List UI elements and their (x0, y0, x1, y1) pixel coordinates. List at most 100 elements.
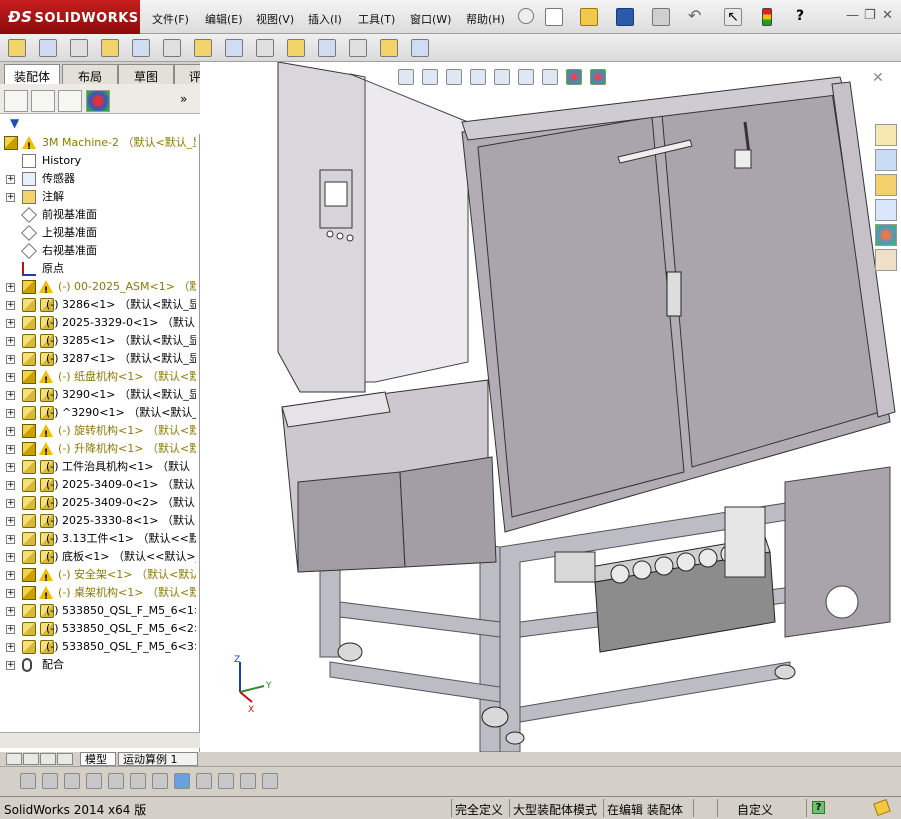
scene-icon[interactable] (108, 773, 124, 789)
tab-scroll-next-icon[interactable] (40, 753, 56, 765)
help-icon[interactable]: ? (796, 8, 814, 26)
assembly-model-view[interactable]: Z Y X (200, 62, 901, 752)
assembly-features-icon[interactable] (194, 39, 212, 57)
explode-line-sketch-icon[interactable] (349, 39, 367, 57)
tree-filter[interactable]: ▼ (0, 114, 200, 134)
save-icon[interactable] (616, 8, 634, 26)
section-icon[interactable] (240, 773, 256, 789)
shaded-with-edges-icon[interactable] (152, 773, 168, 789)
expand-toggle-icon[interactable]: + (6, 301, 15, 310)
expand-toggle-icon[interactable]: + (6, 481, 15, 490)
tree-node[interactable]: + (-) 旋转机构<1> （默认<默 (0, 422, 196, 444)
expand-toggle-icon[interactable]: + (6, 391, 15, 400)
expand-toggle-icon[interactable]: + (6, 625, 15, 634)
expand-toggle-icon[interactable]: + (6, 319, 15, 328)
tree-node[interactable]: + (-) 安全架<1> （默认<默认 (0, 566, 196, 588)
tree-node[interactable]: + (-) 3.13工件<1> （默认<<默认 (0, 530, 196, 548)
bill-of-materials-icon[interactable] (287, 39, 305, 57)
expand-toggle-icon[interactable]: + (6, 445, 15, 454)
tree-node[interactable]: History (0, 152, 196, 170)
model-tab-0[interactable]: 模型 (80, 752, 116, 766)
expand-toggle-icon[interactable]: + (6, 355, 15, 364)
minimize-window-icon[interactable]: — (846, 8, 859, 23)
rebuild-traffic-light-icon[interactable] (762, 8, 772, 26)
expand-toggle-icon[interactable]: + (6, 553, 15, 562)
open-folder-icon[interactable] (580, 8, 598, 26)
tree-node[interactable]: + (-) 工件治具机构<1> （默认 (0, 458, 196, 476)
tab-scroll-prev-icon[interactable] (23, 753, 39, 765)
feature-tree-tab-icon[interactable] (4, 90, 28, 112)
tree-node[interactable]: + (-) 2025-3329-0<1> （默认< (0, 314, 196, 332)
expand-toggle-icon[interactable]: + (6, 409, 15, 418)
tree-horizontal-scrollbar[interactable] (0, 732, 200, 748)
menu-item[interactable]: 工具(T) (358, 11, 395, 27)
feature-tree[interactable]: 3M Machine-2 （默认<默认_显 History + 传感器 + 注解前视基准面… (0, 134, 196, 732)
expand-toggle-icon[interactable]: + (6, 427, 15, 436)
pin-icon[interactable] (518, 8, 534, 24)
expand-panel-icon[interactable]: » (180, 92, 187, 106)
expand-toggle-icon[interactable]: + (6, 175, 15, 184)
large-assembly-mode-icon[interactable] (411, 39, 429, 57)
tree-node[interactable]: 原点 (0, 260, 196, 278)
select-arrow-icon[interactable]: ↖ (724, 8, 742, 26)
menu-item[interactable]: 帮助(H) (466, 11, 505, 27)
new-motion-study-icon[interactable] (256, 39, 274, 57)
appearance-icon[interactable] (42, 773, 58, 789)
tree-node[interactable]: + (-) 00-2025_ASM<1> （默认 (0, 278, 196, 300)
task-pane-design-library-icon[interactable] (875, 149, 897, 171)
wireframe-icon[interactable] (218, 773, 234, 789)
tree-node[interactable]: + 配合 (0, 656, 196, 674)
menu-item[interactable]: 视图(V) (256, 11, 294, 27)
undo-icon[interactable]: ↶ (688, 8, 706, 26)
tree-node[interactable]: + (-) 3286<1> （默认<默认_显示 (0, 296, 196, 314)
configuration-manager-tab-icon[interactable] (58, 90, 82, 112)
exploded-view-icon[interactable] (318, 39, 336, 57)
insert-component-icon[interactable] (8, 39, 26, 57)
cameras-icon[interactable] (86, 773, 102, 789)
tree-node[interactable]: + (-) 2025-3409-0<2> （默认< (0, 494, 196, 512)
tree-node[interactable]: + (-) 3285<1> （默认<默认_显示 (0, 332, 196, 350)
tree-node[interactable]: + (-) 升降机构<1> （默认<默 (0, 440, 196, 462)
print-icon[interactable] (652, 8, 670, 26)
tree-node[interactable]: + (-) 纸盘机构<1> （默认<默 (0, 368, 196, 390)
tree-node[interactable]: + (-) 3287<1> （默认<默认_显示 (0, 350, 196, 368)
tree-node[interactable]: + 传感器 (0, 170, 196, 188)
expand-toggle-icon[interactable]: + (6, 643, 15, 652)
command-tab-2[interactable]: 草图 (118, 64, 174, 84)
hidden-lines-icon[interactable] (196, 773, 212, 789)
expand-toggle-icon[interactable]: + (6, 463, 15, 472)
tree-node[interactable]: + (-) ^3290<1> （默认<默认_显 (0, 404, 196, 422)
close-window-icon[interactable]: ✕ (882, 8, 893, 23)
command-tab-1[interactable]: 布局 (62, 64, 118, 84)
expand-toggle-icon[interactable]: + (6, 571, 15, 580)
move-component-icon[interactable] (132, 39, 150, 57)
command-tab-0[interactable]: 装配体 (4, 64, 60, 84)
tree-node[interactable]: 右视基准面 (0, 242, 196, 260)
tree-node[interactable]: + 注解 (0, 188, 196, 206)
tab-scroll-first-icon[interactable] (6, 753, 22, 765)
task-pane-custom-properties-icon[interactable] (875, 249, 897, 271)
tree-node[interactable]: + (-) 底板<1> （默认<<默认>_显 (0, 548, 196, 566)
menu-item[interactable]: 编辑(E) (205, 11, 243, 27)
new-document-icon[interactable] (545, 8, 563, 26)
tree-node[interactable]: + (-) 533850_QSL_F_M5_6<1> (0, 602, 196, 620)
restore-window-icon[interactable]: ❐ (864, 8, 876, 23)
filter-icon[interactable]: ▼ (10, 116, 19, 130)
tree-node[interactable]: + (-) 533850_QSL_F_M5_6<3> (0, 638, 196, 656)
expand-toggle-icon[interactable]: + (6, 373, 15, 382)
tree-node[interactable]: + (-) 533850_QSL_F_M5_6<2> (0, 620, 196, 638)
tree-node[interactable]: 上视基准面 (0, 224, 196, 242)
tree-node[interactable]: + (-) 2025-3330-8<1> （默认< (0, 512, 196, 530)
tree-node[interactable]: + (-) 桌架机构<1> （默认<默 (0, 584, 196, 606)
task-pane-file-explorer-icon[interactable] (875, 174, 897, 196)
status-tag-icon[interactable] (873, 798, 891, 817)
expand-toggle-icon[interactable]: + (6, 517, 15, 526)
tile-icon[interactable] (262, 773, 278, 789)
tree-node[interactable]: + (-) 2025-3409-0<1> （默认< (0, 476, 196, 494)
mate-icon[interactable] (39, 39, 57, 57)
expand-toggle-icon[interactable]: + (6, 499, 15, 508)
task-pane-appearances-icon[interactable] (875, 224, 897, 246)
model-tab-1[interactable]: 运动算例 1 (118, 752, 198, 766)
menu-item[interactable]: 插入(I) (308, 11, 342, 27)
expand-toggle-icon[interactable]: + (6, 337, 15, 346)
